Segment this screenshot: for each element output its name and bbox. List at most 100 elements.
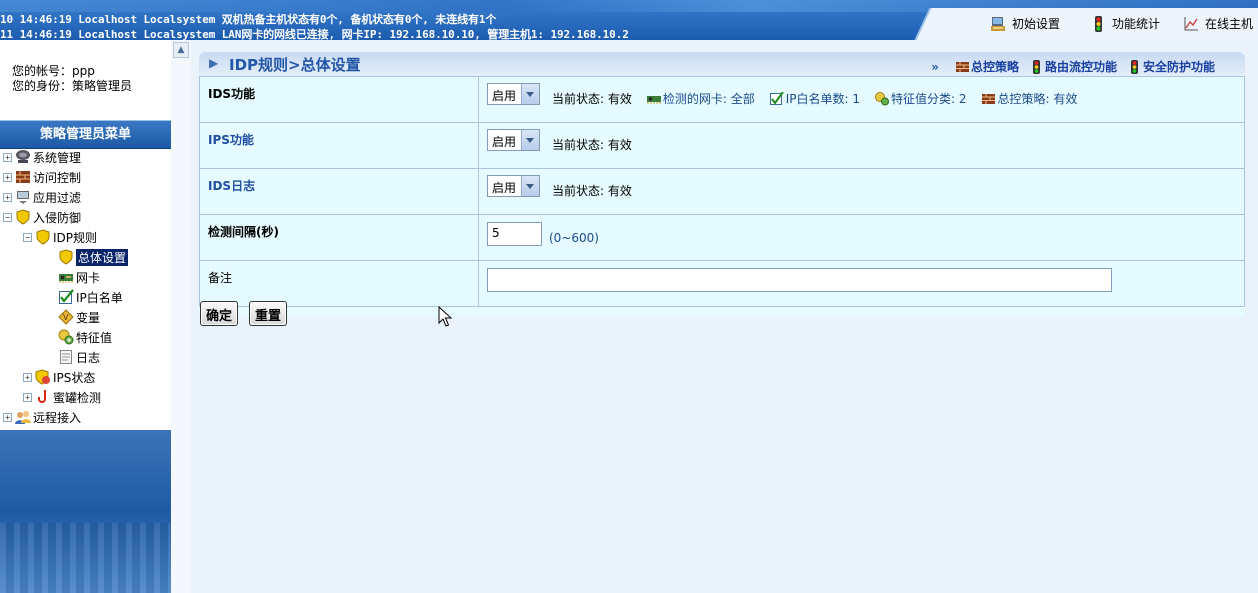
nic-icon [646,92,662,106]
tab-online-hosts[interactable]: 在线主机 [1183,15,1253,32]
signature-icon [58,329,74,345]
shield-icon [35,229,51,245]
confirm-button[interactable]: 确定 [200,301,239,326]
sidebar-item-access-control[interactable]: + 访问控制 [3,168,81,186]
sidebar-item-logs[interactable]: 日志 [58,348,100,366]
expand-icon[interactable]: + [3,172,12,182]
nic-icon [58,269,74,285]
reset-button[interactable]: 重置 [249,301,288,326]
ids-status-line: 当前状态: 有效 检测的网卡: 全部 IP白名单数: 1 特征值分类: 2 总控… [552,90,1077,107]
ids-log-value-cell: 启用 当前状态: 有效 [478,168,1245,215]
ids-whitelist: IP白名单数: 1 [785,92,860,106]
ids-total-policy: 总控策略: 有效 [997,92,1078,106]
ids-log-status: 当前状态: 有效 [552,184,632,198]
sidebar-item-intrusion-prevention[interactable]: − 入侵防御 [3,208,81,226]
scroll-up-icon[interactable]: ▲ [173,42,189,58]
total-policy-link[interactable]: 总控策略 [955,58,1019,75]
checkbox-icon [769,90,785,106]
raquo-icon: » [931,59,939,74]
checkbox-icon [58,289,74,305]
svg-text:V: V [63,313,69,322]
shield-icon [15,209,31,225]
traffic-light-icon [1090,15,1106,32]
sidebar-item-label: 访问控制 [33,170,82,185]
interval-range: (0~600) [549,231,599,245]
ids-signature-link[interactable]: 特征值分类: 2 [874,90,967,107]
total-policy-label: 总控策略 [970,60,1019,74]
sidebar-item-honeypot[interactable]: + 蜜罐检测 [23,388,101,406]
sidebar-item-app-filter[interactable]: + 应用过滤 [3,188,81,206]
sidebar-item-idp-rules[interactable]: − IDP规则 [23,228,97,246]
sidebar-item-ips-status[interactable]: + IPS状态 [23,368,95,386]
page-title: IDP规则>总体设置 [229,56,361,74]
sidebar-item-ip-whitelist[interactable]: IP白名单 [58,288,123,306]
ids-total-policy-link[interactable]: 总控策略: 有效 [981,90,1078,107]
sidebar-item-variables[interactable]: V 变量 [58,308,100,326]
filter-icon [15,189,31,205]
ids-log-label[interactable]: IDS日志 [199,168,479,215]
top-banner: 10 14:46:19 Localhost Localsystem 双机热备主机… [0,0,1258,40]
arrow-icon: ▶ [209,56,219,70]
sidebar-item-label: IPS状态 [53,370,96,385]
expand-icon[interactable]: + [23,392,32,402]
ips-status-icon [35,369,51,385]
ids-select[interactable]: 启用 [487,83,540,105]
firewall-icon [981,92,997,106]
tab-function-stats[interactable]: 功能统计 [1090,15,1160,32]
ids-nic: 检测的网卡: 全部 [662,92,755,106]
table-row: IDS日志 启用 当前状态: 有效 [199,168,1245,215]
firewall-icon [15,169,31,185]
collapse-icon[interactable]: − [23,232,32,242]
sidebar-item-label: 入侵防御 [33,210,82,225]
table-row: IPS功能 启用 当前状态: 有效 [199,122,1245,169]
remark-label: 备注 [199,260,479,307]
sidebar-item-general-settings[interactable]: 总体设置 [58,248,129,266]
ids-status: 当前状态: 有效 [552,92,632,106]
expand-icon[interactable]: + [3,152,12,162]
ips-status: 当前状态: 有效 [552,138,632,152]
remark-input[interactable] [487,268,1112,292]
main-content: ▶ IDP规则>总体设置 » 总控策略 路由流控功能 安全防护功能 IDS功能 … [191,40,1258,593]
tab-online-hosts-label: 在线主机 [1205,17,1254,31]
expand-icon[interactable]: + [3,192,12,202]
users-icon [15,409,31,425]
sidebar-item-label: IDP规则 [53,230,98,245]
chevron-down-icon[interactable] [521,176,539,196]
settings-table: IDS功能 启用 当前状态: 有效 检测的网卡: 全部 IP白名单数: 1 特征… [199,76,1245,307]
chevron-down-icon[interactable] [521,84,539,104]
log-line-1: 10 14:46:19 Localhost Localsystem 双机热备主机… [0,13,497,26]
security-link[interactable]: 安全防护功能 [1127,58,1215,75]
ids-log-select[interactable]: 启用 [487,175,540,197]
sidebar-item-nic[interactable]: 网卡 [58,268,100,286]
computer-icon [15,149,31,165]
route-flow-link[interactable]: 路由流控功能 [1029,58,1117,75]
ids-log-select-value: 启用 [492,181,517,195]
ids-whitelist-link[interactable]: IP白名单数: 1 [769,90,860,107]
menu-title: 策略管理员菜单 [0,120,171,149]
account-label: 您的帐号：ppp [12,64,95,78]
sidebar-item-signatures[interactable]: 特征值 [58,328,112,346]
sidebar-item-label: 蜜罐检测 [53,390,102,405]
collapse-icon[interactable]: − [3,212,12,222]
ids-log-status-line: 当前状态: 有效 [552,182,632,199]
expand-icon[interactable]: + [23,372,32,382]
header-links: » 总控策略 路由流控功能 安全防护功能 [931,58,1215,75]
sidebar-item-remote-access[interactable]: + 远程接入 [3,408,81,426]
ips-select[interactable]: 启用 [487,129,540,151]
chevron-down-icon[interactable] [521,130,539,150]
log-icon [58,349,74,365]
frame-scrollbar[interactable] [171,40,192,593]
honeypot-icon [35,389,51,405]
expand-icon[interactable]: + [3,412,12,422]
tab-initial-setup[interactable]: 初始设置 [990,15,1060,32]
sidebar-item-system[interactable]: + 系统管理 [3,148,81,166]
firewall-icon [955,60,970,74]
tab-initial-setup-label: 初始设置 [1012,17,1061,31]
sidebar-item-label: 变量 [76,310,101,325]
ids-nic-link[interactable]: 检测的网卡: 全部 [646,90,755,107]
interval-input[interactable]: 5 [487,222,542,246]
ips-value-cell: 启用 当前状态: 有效 [478,122,1245,169]
ips-label[interactable]: IPS功能 [199,122,479,169]
ips-status-line: 当前状态: 有效 [552,136,632,153]
interval-value-cell: 5 (0~600) [478,214,1245,261]
